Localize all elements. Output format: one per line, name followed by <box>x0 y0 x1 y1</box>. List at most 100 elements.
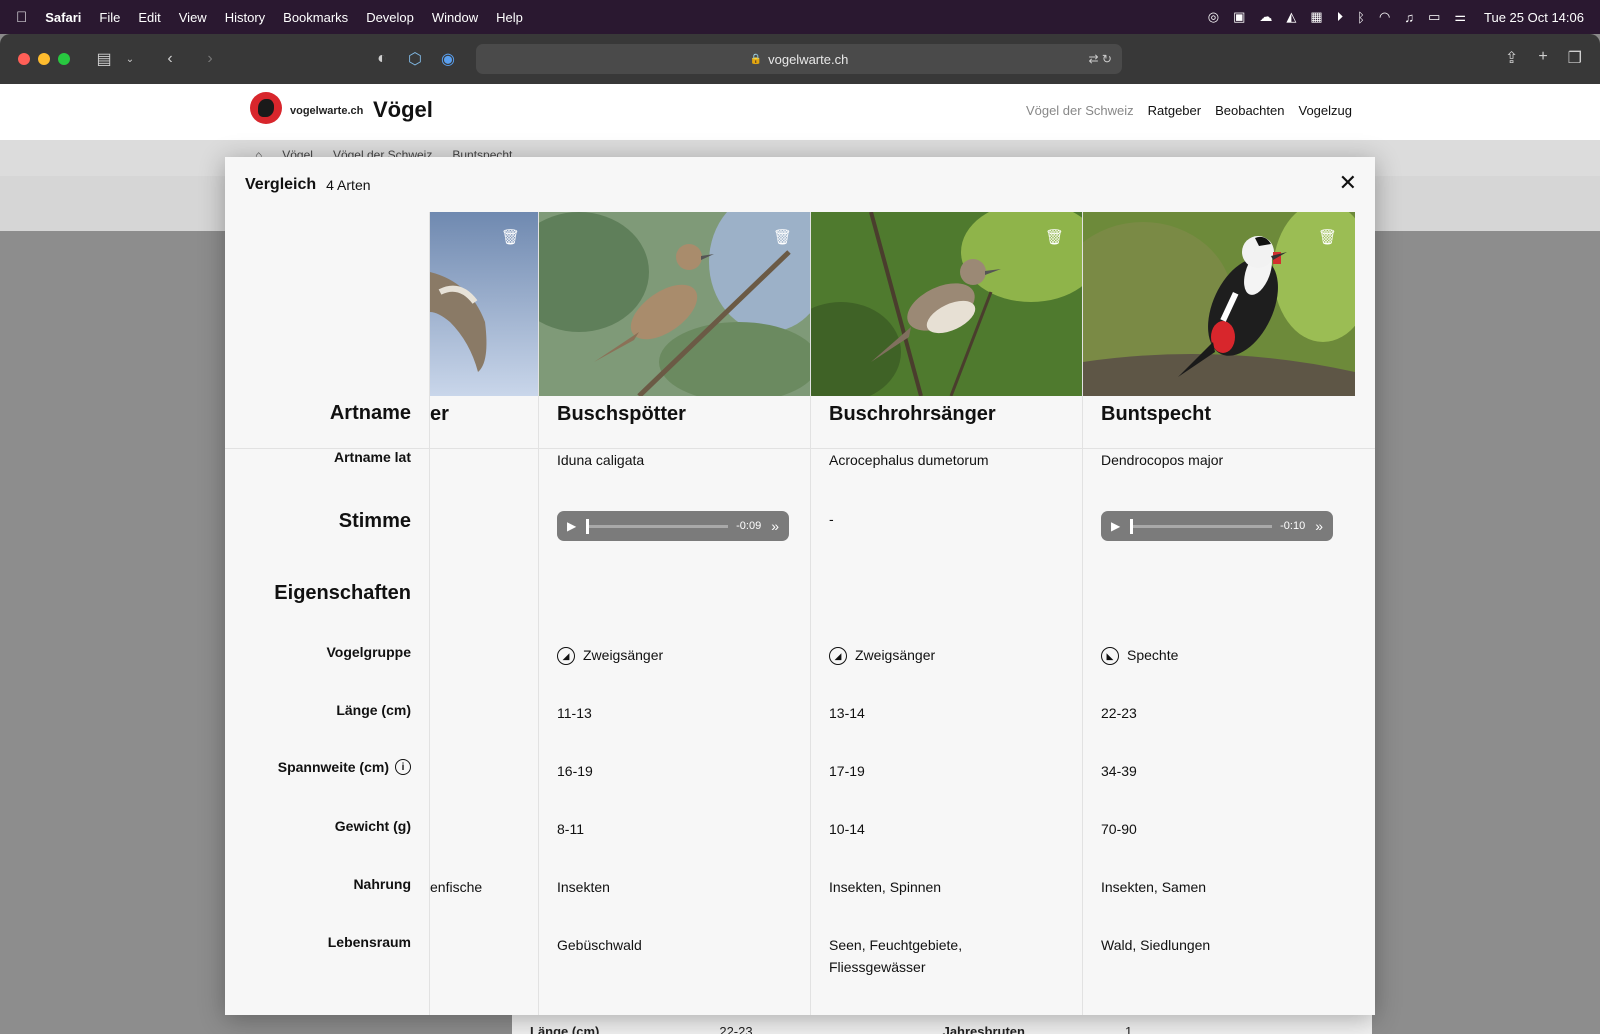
menu-help[interactable]: Help <box>496 10 523 25</box>
nav-beobachten[interactable]: Beobachten <box>1215 103 1284 118</box>
toolbar-right-icons: ⇪ + ❐ <box>1505 48 1582 68</box>
label-stimme: Stimme <box>338 510 411 532</box>
menu-develop[interactable]: Develop <box>366 10 414 25</box>
translate-reload-icons[interactable]: ⇄ ↻ <box>1089 52 1112 66</box>
bird-column-buschspoetter: 🗑 Buschspötter Iduna caligata ▶ -0:09 » … <box>539 212 811 1015</box>
calendar-icon[interactable]: ▦ <box>1310 9 1322 25</box>
menu-edit[interactable]: Edit <box>138 10 160 25</box>
spannweite-value: 17-19 <box>829 763 865 779</box>
songbird-group-icon: ◢ <box>829 647 847 666</box>
info-icon[interactable]: i <box>395 759 411 775</box>
bird-photo-image <box>1083 212 1355 396</box>
app-status-icon[interactable]: ▣ <box>1233 9 1245 25</box>
trash-icon[interactable]: 🗑 <box>1318 228 1337 246</box>
label-gewicht: Gewicht (g) <box>334 818 411 834</box>
skip-forward-icon[interactable]: » <box>771 518 779 534</box>
sidebar-toggle-icon[interactable]: ▤ <box>94 49 114 69</box>
bird-photo-image <box>811 212 1082 396</box>
audio-progress-thumb[interactable] <box>1130 518 1134 534</box>
nav-vogelzug[interactable]: Vogelzug <box>1299 103 1353 118</box>
play-icon[interactable]: ▶ <box>567 519 576 533</box>
extension-icon[interactable]: ⬡ <box>405 49 425 69</box>
audio-progress-track[interactable] <box>1130 518 1273 534</box>
url-text: vogelwarte.ch <box>768 51 849 67</box>
battery-icon[interactable]: ▭ <box>1428 9 1440 25</box>
skip-forward-icon[interactable]: » <box>1315 518 1323 534</box>
address-bar[interactable]: 🔒 vogelwarte.ch ⇄ ↻ <box>476 44 1122 74</box>
wifi-icon[interactable]: ◠ <box>1379 9 1390 25</box>
fact-value: 22-23 <box>719 1024 753 1034</box>
trash-icon[interactable]: 🗑 <box>501 228 520 246</box>
bird-photo-image <box>539 212 810 396</box>
lock-icon: 🔒 <box>749 53 763 65</box>
cloud-icon[interactable]: ☁ <box>1259 9 1272 25</box>
vogelgruppe-text: Zweigsänger <box>583 647 664 663</box>
chevron-down-icon[interactable]: ⌄ <box>120 54 140 65</box>
latin-name: Acrocephalus dumetorum <box>829 452 989 468</box>
bird-name: er <box>430 403 449 425</box>
spannweite-value: 34-39 <box>1101 763 1137 779</box>
apple-icon[interactable]:  <box>16 9 27 26</box>
drive-icon[interactable]: ◭ <box>1286 9 1296 25</box>
audio-progress-track[interactable] <box>586 518 729 534</box>
site-nav: Vögel der Schweiz Ratgeber Beobachten Vo… <box>1026 103 1352 118</box>
forward-icon[interactable]: › <box>200 50 220 68</box>
new-tab-icon[interactable]: + <box>1538 48 1547 68</box>
vogelgruppe-text: Zweigsänger <box>855 647 936 663</box>
menu-app-safari[interactable]: Safari <box>45 10 81 25</box>
back-icon[interactable]: ‹ <box>160 50 180 68</box>
bird-photo: 🗑 <box>1083 212 1355 396</box>
minimize-window-button[interactable] <box>38 53 50 65</box>
nav-ratgeber[interactable]: Ratgeber <box>1148 103 1201 118</box>
headphones-icon[interactable]: ♫ <box>1404 10 1414 25</box>
bluetooth-icon[interactable]: ᛒ <box>1357 10 1365 25</box>
site-title[interactable]: Vögel <box>373 97 433 123</box>
menubar-clock[interactable]: Tue 25 Oct 14:06 <box>1484 10 1584 25</box>
vogelgruppe-value: ◢ Zweigsänger <box>557 644 663 666</box>
no-audio-value: - <box>829 511 834 527</box>
bird-column-buntspecht: 🗑 Buntspecht Dendrocopos major ▶ -0:10 »… <box>1083 212 1375 1015</box>
tabs-overview-icon[interactable]: ❐ <box>1568 48 1582 68</box>
bird-column-buschrohrsaenger: 🗑 Buschrohrsänger Acrocephalus dumetorum… <box>811 212 1083 1015</box>
zoom-window-button[interactable] <box>58 53 70 65</box>
comparison-modal: Vergleich 4 Arten ✕ Artname Artname lat … <box>225 157 1375 1015</box>
vogelgruppe-value: ◣ Spechte <box>1101 644 1178 666</box>
audio-progress-thumb[interactable] <box>586 518 590 534</box>
close-icon[interactable]: ✕ <box>1339 171 1357 195</box>
close-window-button[interactable] <box>18 53 30 65</box>
label-laenge: Länge (cm) <box>336 702 411 718</box>
fact-value: 1 <box>1124 1024 1133 1034</box>
menu-window[interactable]: Window <box>432 10 478 25</box>
menu-history[interactable]: History <box>225 10 265 25</box>
gewicht-value: 70-90 <box>1101 821 1137 837</box>
trash-icon[interactable]: 🗑 <box>1045 228 1064 246</box>
audio-time: -0:09 <box>736 520 762 532</box>
fact-label: Jahresbruten <box>942 1024 1025 1034</box>
label-vogelgruppe: Vogelgruppe <box>326 644 411 660</box>
bird-name: Buschspötter <box>557 403 686 425</box>
species-count: 4 Arten <box>326 176 371 193</box>
password-manager-icon[interactable]: ◉ <box>438 49 458 69</box>
menu-file[interactable]: File <box>99 10 120 25</box>
audio-player[interactable]: ▶ -0:10 » <box>1101 511 1333 541</box>
play-icon[interactable]: ▶ <box>1111 519 1120 533</box>
trash-icon[interactable]: 🗑 <box>773 228 792 246</box>
label-nahrung: Nahrung <box>353 876 411 892</box>
play-status-icon[interactable]: ⏵ <box>1337 9 1344 25</box>
share-icon[interactable]: ⇪ <box>1505 48 1518 68</box>
nahrung-value: enfische <box>430 879 483 895</box>
vogelwarte-logo[interactable]: vogelwarte.ch <box>250 92 363 124</box>
window-controls <box>18 53 70 65</box>
macos-menu-bar:  Safari File Edit View History Bookmark… <box>0 0 1600 34</box>
site-header: vogelwarte.ch Vögel Vögel der Schweiz Ra… <box>0 84 1600 140</box>
shield-icon[interactable]: ◐ <box>372 50 392 68</box>
nahrung-value: Insekten <box>557 879 610 895</box>
onepassword-status-icon[interactable]: ◎ <box>1208 9 1219 25</box>
control-center-icon[interactable]: ⚌ <box>1454 9 1466 25</box>
audio-player[interactable]: ▶ -0:09 » <box>557 511 789 541</box>
nav-voegel-der-schweiz[interactable]: Vögel der Schweiz <box>1026 103 1134 118</box>
modal-header: Vergleich 4 Arten ✕ <box>225 157 1375 212</box>
bird-name: Buntspecht <box>1101 403 1211 425</box>
menu-bookmarks[interactable]: Bookmarks <box>283 10 348 25</box>
menu-view[interactable]: View <box>179 10 207 25</box>
